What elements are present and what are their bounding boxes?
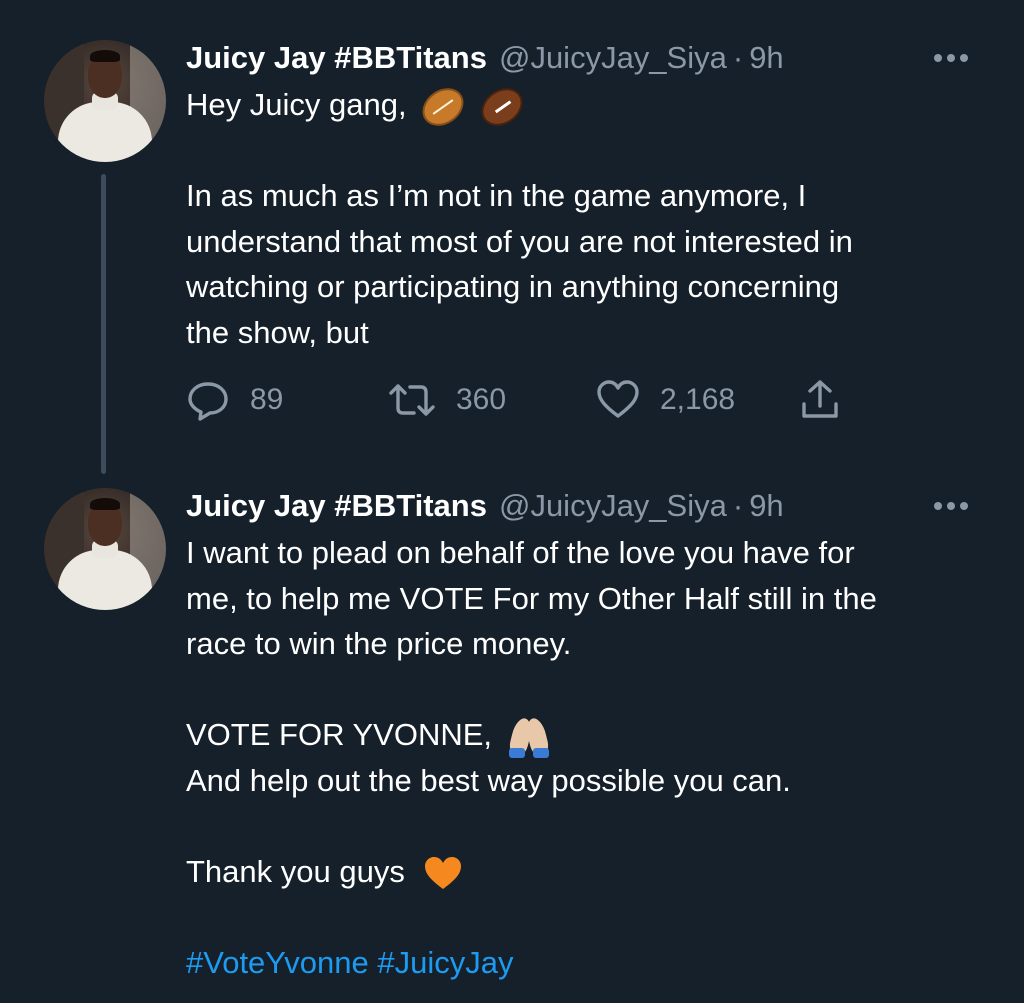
tweet-header: Juicy Jay #BBTitans @JuicyJay_Siya · 9h [186,486,784,526]
tweet-text-line: VOTE FOR YVONNE, [186,712,986,758]
author-handle[interactable]: @JuicyJay_Siya [499,38,727,78]
tweet-text: Hey Juicy gang, In as much as I’m not in… [186,80,986,355]
tweet-thread: Juicy Jay #BBTitans @JuicyJay_Siya · 9h … [0,0,1024,1003]
hashtags-link[interactable]: #VoteYvonne #JuicyJay [186,940,986,986]
american-football-emoji [474,80,530,134]
author-handle[interactable]: @JuicyJay_Siya [499,486,727,526]
separator: · [732,40,744,75]
tweet-text-line: Thank you guys [186,849,986,895]
tweet-text-line: watching or participating in anything co… [186,269,840,304]
tweet-text-line: race to win the price money. [186,626,572,661]
tweet-actions: 89 360 2,168 [186,378,886,422]
rugby-ball-emoji [415,80,471,134]
separator: · [732,488,744,523]
orange-heart-emoji [423,855,463,891]
thread-connector-line [101,174,106,474]
tweet-header: Juicy Jay #BBTitans @JuicyJay_Siya · 9h [186,38,784,78]
share-button[interactable] [800,378,840,422]
tweet-text-line: me, to help me VOTE For my Other Half st… [186,580,877,616]
retweet-icon [389,384,435,416]
like-count: 2,168 [660,383,736,416]
reply-count: 89 [250,383,284,416]
more-icon[interactable] [934,54,968,62]
reply-icon [188,382,228,421]
retweet-button[interactable]: 360 [388,378,506,422]
author-name[interactable]: Juicy Jay #BBTitans [186,38,487,78]
tweet-text-line: In as much as I’m not in the game anymor… [186,178,807,213]
author-name[interactable]: Juicy Jay #BBTitans [186,486,487,526]
tweet-text-line: I want to plead on behalf of the love yo… [186,535,855,570]
share-icon [802,380,838,418]
tweet-text: I want to plead on behalf of the love yo… [186,530,986,985]
reply-button[interactable]: 89 [186,378,283,422]
retweet-count: 360 [456,383,507,416]
more-icon[interactable] [934,502,968,510]
heart-icon [597,380,639,418]
timestamp[interactable]: 9h [749,38,783,78]
avatar[interactable] [44,40,166,162]
like-button[interactable]: 2,168 [596,378,735,422]
tweet-text-line: And help out the best way possible you c… [186,762,791,798]
avatar[interactable] [44,488,166,610]
folded-hands-emoji [507,716,550,758]
tweet-text-line: Hey Juicy gang, [186,80,986,134]
tweet-text-line: the show, but [186,314,369,350]
timestamp[interactable]: 9h [749,486,783,526]
tweet-text-line: understand that most of you are not inte… [186,223,853,259]
